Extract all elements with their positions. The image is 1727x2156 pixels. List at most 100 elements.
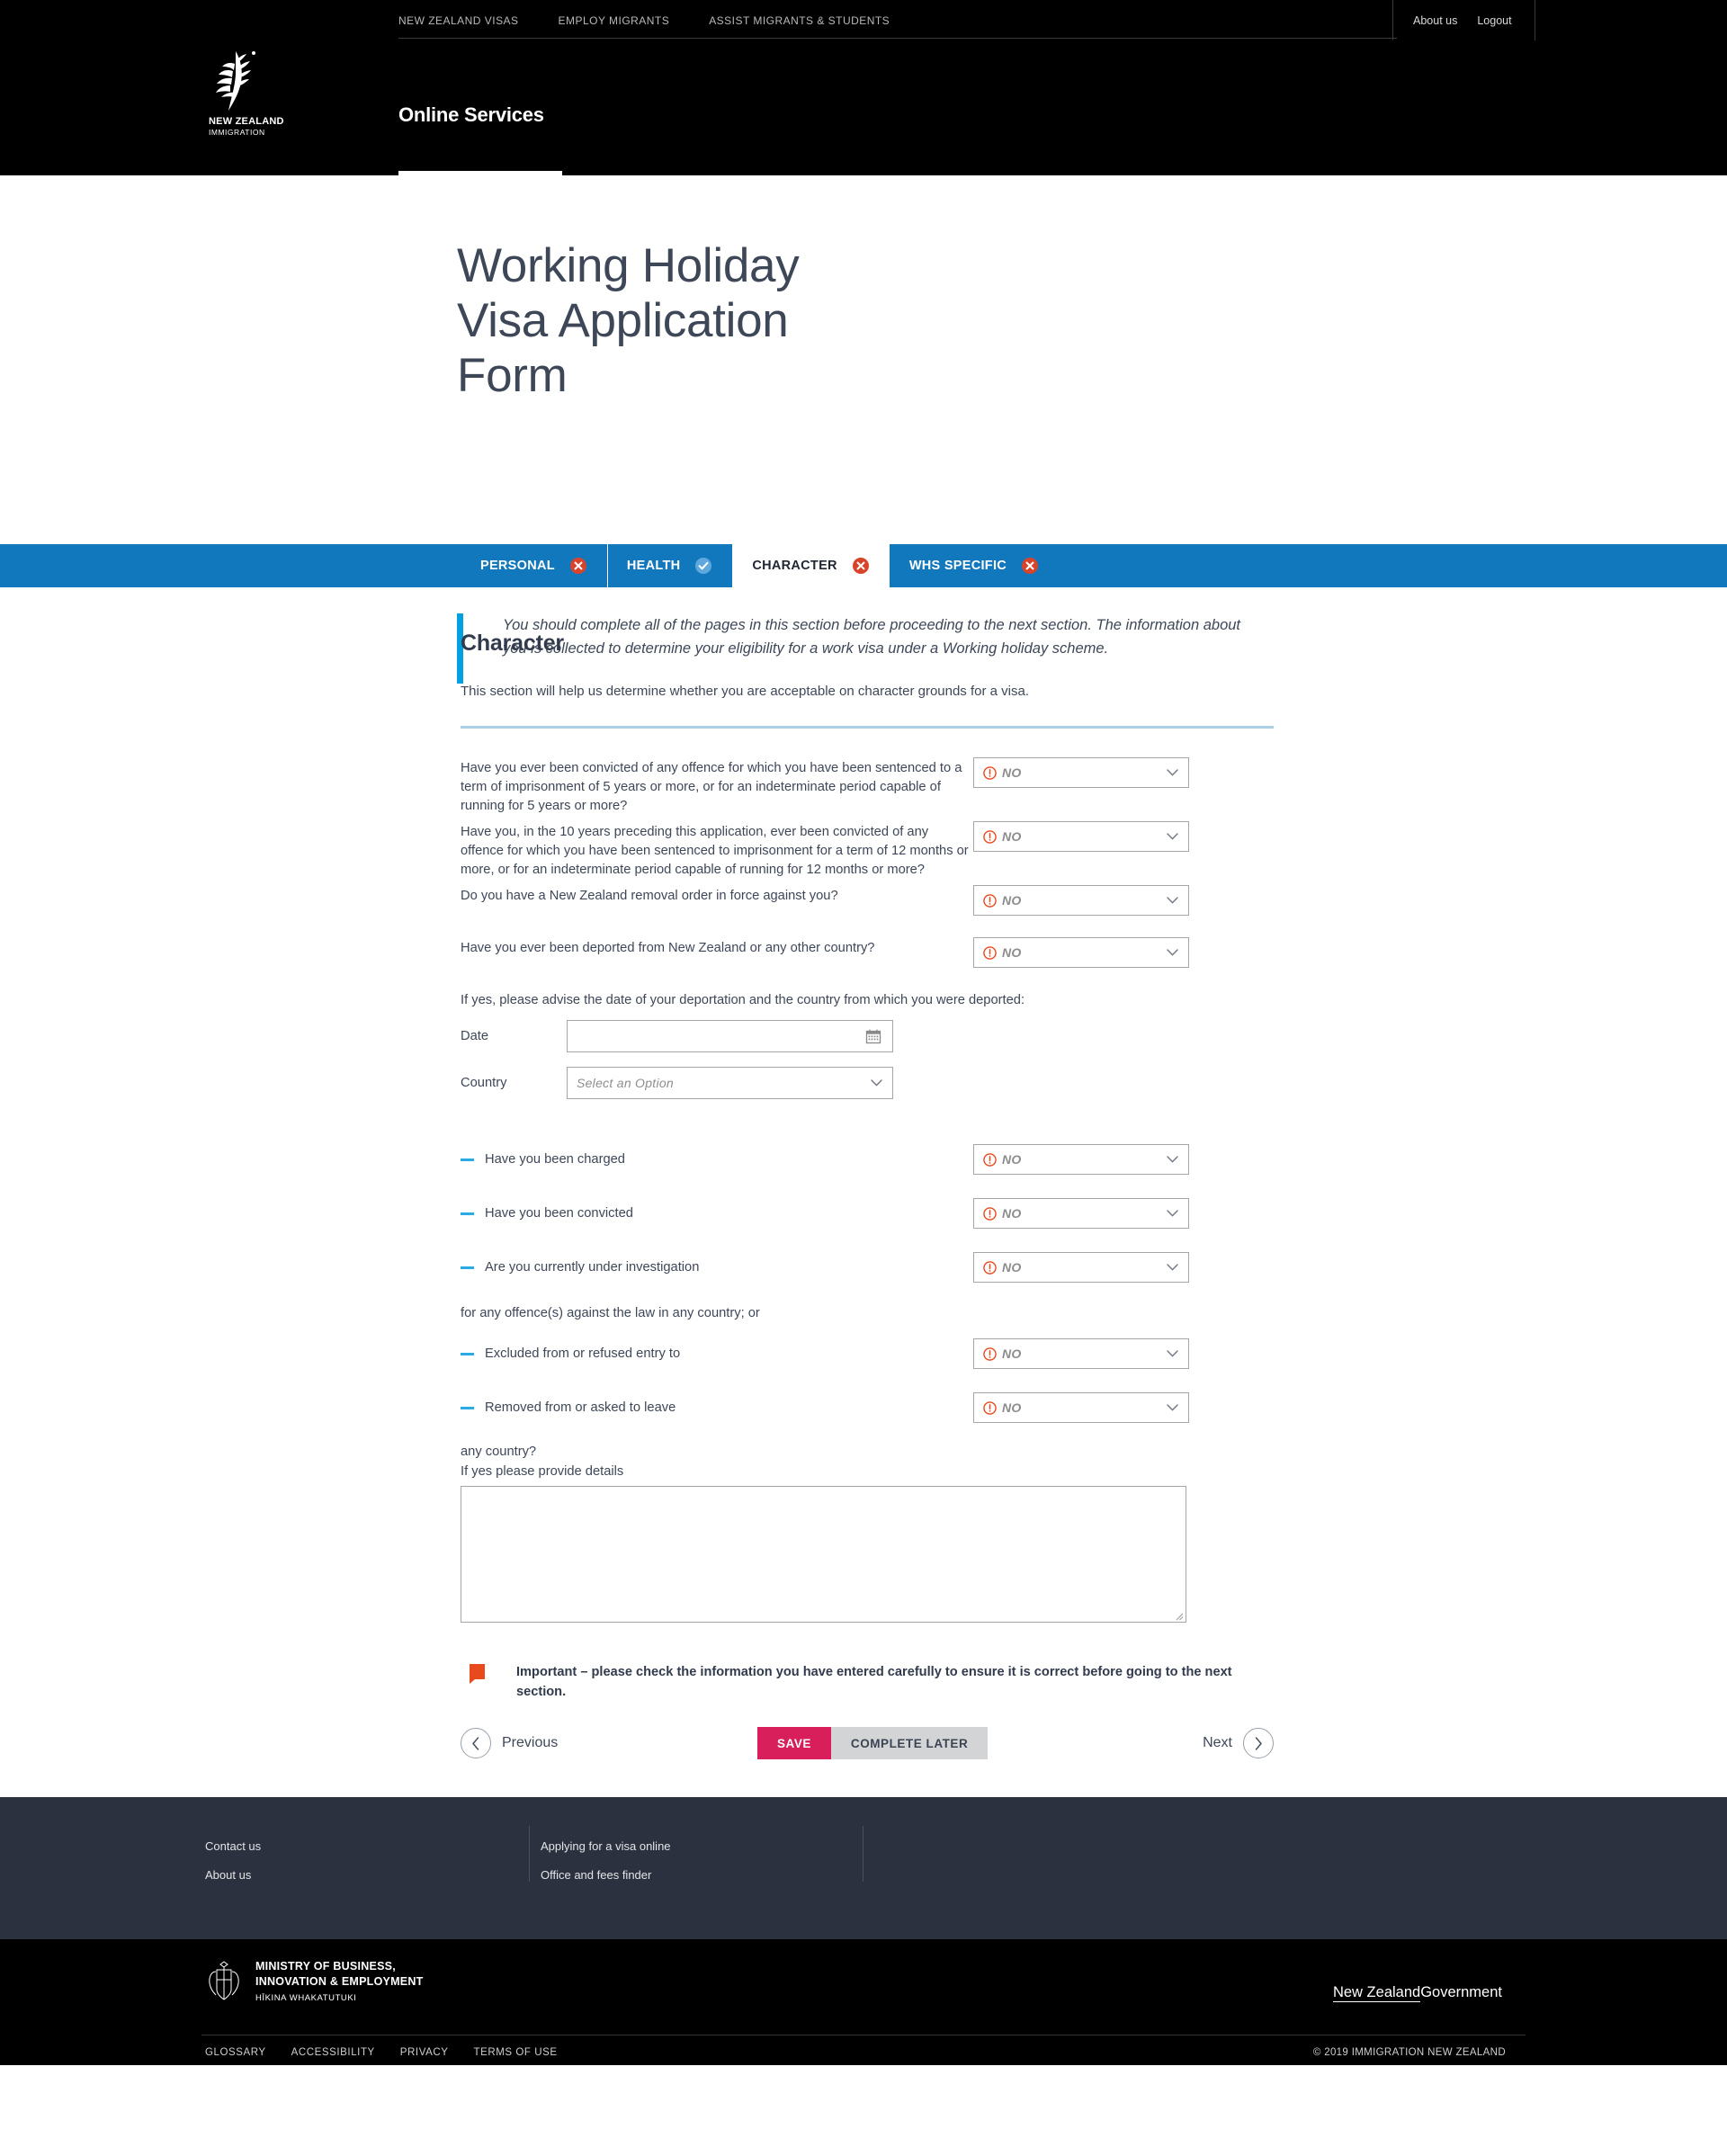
legal-terms-of-use[interactable]: TERMS OF USE [473, 2047, 557, 2058]
tab-whs-specific[interactable]: WHS SPECIFIC [890, 544, 1059, 587]
dash-bullet-icon [461, 1212, 474, 1215]
utility-header: NEW ZEALAND VISAS EMPLOY MIGRANTS ASSIST… [0, 0, 1727, 40]
select-value: NO [1002, 1346, 1022, 1361]
chevron-down-icon [1167, 833, 1178, 840]
country-label: Country [461, 1076, 507, 1090]
warning-icon [983, 893, 997, 908]
bullet-label-investigation: Are you currently under investigation [461, 1260, 973, 1275]
form-body: Character This section will help us dete… [0, 587, 1727, 1797]
immigration-nz-logo[interactable]: NEW ZEALAND IMMIGRATION [200, 48, 308, 137]
tab-personal-label: PERSONAL [480, 559, 555, 573]
section-subheading: This section will help us determine whet… [461, 684, 1029, 699]
select-excluded-entry[interactable]: NO [973, 1338, 1189, 1369]
resize-grip-icon[interactable] [1175, 1612, 1184, 1621]
mbie-maori-line: HĪKINA WHAKATUTUKI [255, 1993, 357, 2003]
nav-item-visas[interactable]: NEW ZEALAND VISAS [398, 14, 519, 27]
question-label: Have you ever been deported from New Zea… [461, 941, 875, 955]
select-convicted-5-years[interactable]: NO [973, 757, 1189, 788]
question-row: Have you ever been convicted of any offe… [461, 757, 1274, 816]
select-removed-asked-leave[interactable]: NO [973, 1392, 1189, 1423]
select-been-charged[interactable]: NO [973, 1144, 1189, 1175]
warning-icon [983, 1260, 997, 1275]
bullet-row: Excluded from or refused entry to NO [461, 1338, 1274, 1369]
chevron-down-icon [1167, 949, 1178, 956]
about-us-link[interactable]: About us [1413, 14, 1457, 27]
select-value: NO [1002, 765, 1022, 780]
government-footer: MINISTRY OF BUSINESS, INNOVATION & EMPLO… [0, 1939, 1727, 2065]
section-divider [461, 726, 1274, 729]
mbie-logo: MINISTRY OF BUSINESS, INNOVATION & EMPLO… [205, 1959, 424, 2006]
logout-link[interactable]: Logout [1477, 14, 1511, 27]
form-actions: Previous SAVE COMPLETE LATER Next [461, 1725, 1274, 1761]
nav-item-assist-migrants[interactable]: ASSIST MIGRANTS & STUDENTS [709, 14, 890, 27]
next-button[interactable]: Next [1203, 1728, 1274, 1758]
bullet-control: NO [973, 1338, 1189, 1369]
calendar-icon[interactable] [865, 1028, 881, 1044]
bullet-label-charged: Have you been charged [461, 1152, 973, 1167]
details-value [461, 1487, 1186, 1501]
question-label: Do you have a New Zealand removal order … [461, 889, 838, 903]
dash-bullet-icon [461, 1158, 474, 1161]
deportation-country-select[interactable]: Select an Option [567, 1067, 893, 1099]
previous-button[interactable]: Previous [461, 1728, 558, 1758]
important-notice: Important – please check the information… [470, 1662, 1274, 1702]
nav-underline [398, 38, 1397, 39]
select-value: NO [1002, 893, 1022, 908]
legal-privacy[interactable]: PRIVACY [400, 2047, 449, 2058]
account-nav: About us Logout [1392, 0, 1512, 40]
page-root: NEW ZEALAND VISAS EMPLOY MIGRANTS ASSIST… [0, 0, 1727, 2065]
date-field-row: Date [461, 1020, 1274, 1052]
bullet-label-convicted: Have you been convicted [461, 1206, 973, 1221]
complete-later-button[interactable]: COMPLETE LATER [830, 1727, 989, 1759]
select-removal-order[interactable]: NO [973, 885, 1189, 916]
chevron-left-icon [461, 1728, 491, 1758]
chevron-down-icon [1167, 897, 1178, 904]
nav-item-employ-migrants[interactable]: EMPLOY MIGRANTS [559, 14, 670, 27]
dash-bullet-icon [461, 1406, 474, 1409]
footer-about-us[interactable]: About us [205, 1868, 261, 1882]
site-footer: Contact us About us Applying for a visa … [0, 1797, 1727, 1939]
select-been-convicted[interactable]: NO [973, 1198, 1189, 1229]
details-textarea[interactable] [461, 1486, 1186, 1623]
tab-character[interactable]: CHARACTER [732, 544, 890, 587]
footer-contact-us[interactable]: Contact us [205, 1839, 261, 1853]
mbie-line-1: MINISTRY OF BUSINESS, [255, 1960, 396, 1973]
country-placeholder: Select an Option [577, 1076, 674, 1090]
bullet-text: Have you been convicted [485, 1206, 633, 1221]
footer-office-fees-finder[interactable]: Office and fees finder [541, 1868, 671, 1882]
nz-government-logo: New ZealandGovernment [1332, 1984, 1502, 2002]
tab-health[interactable]: HEALTH [606, 544, 732, 587]
form-content: Character This section will help us dete… [461, 587, 1274, 1761]
tab-personal[interactable]: PERSONAL [461, 544, 607, 587]
bullet-label-excluded: Excluded from or refused entry to [461, 1346, 973, 1361]
question-row: Have you ever been deported from New Zea… [461, 937, 1274, 968]
bullet-text: Have you been charged [485, 1152, 625, 1167]
chevron-down-icon [1167, 1350, 1178, 1357]
footer-applying-visa-online[interactable]: Applying for a visa online [541, 1839, 671, 1853]
error-icon [569, 558, 586, 574]
select-convicted-10-years[interactable]: NO [973, 821, 1189, 852]
online-services-tab[interactable]: Online Services [398, 80, 562, 175]
select-deported[interactable]: NO [973, 937, 1189, 968]
legal-glossary[interactable]: GLOSSARY [205, 2047, 266, 2058]
chevron-down-icon [1167, 769, 1178, 776]
chevron-down-icon [1167, 1264, 1178, 1271]
save-button[interactable]: SAVE [757, 1727, 831, 1759]
legal-accessibility[interactable]: ACCESSIBILITY [291, 2047, 375, 2058]
hero-section: Working Holiday Visa Application Form Yo… [0, 175, 1727, 684]
brand-header: NEW ZEALAND IMMIGRATION Online Services [0, 40, 1727, 175]
warning-icon [983, 945, 997, 960]
warning-icon [983, 829, 997, 844]
warning-icon [983, 765, 997, 780]
tab-character-label: CHARACTER [752, 559, 837, 573]
footer-divider-1 [529, 1826, 530, 1882]
error-icon [1022, 558, 1039, 574]
select-value: NO [1002, 1206, 1022, 1221]
any-country-text: any country? [461, 1445, 537, 1459]
deportation-helper-text: If yes, please advise the date of your d… [461, 993, 1025, 1007]
dash-bullet-icon [461, 1266, 474, 1269]
question-row: Have you, in the 10 years preceding this… [461, 821, 1274, 880]
select-under-investigation[interactable]: NO [973, 1252, 1189, 1283]
silver-fern-icon [216, 51, 255, 111]
deportation-date-input[interactable] [567, 1020, 893, 1052]
